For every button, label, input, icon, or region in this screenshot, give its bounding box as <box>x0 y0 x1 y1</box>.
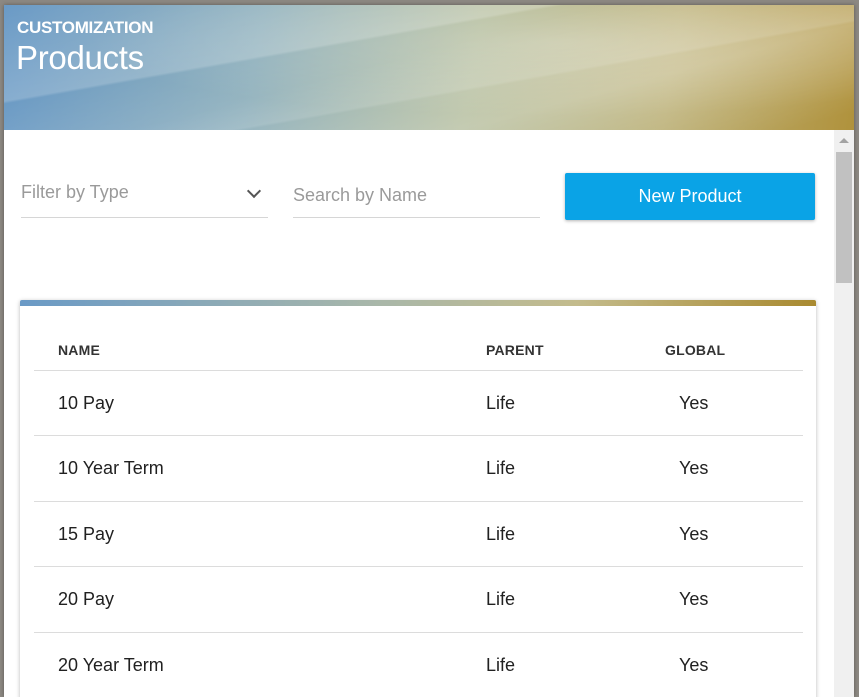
new-product-button[interactable]: New Product <box>565 173 815 220</box>
cell-name: 10 Year Term <box>58 458 164 479</box>
column-header-global[interactable]: GLOBAL <box>665 342 725 358</box>
app-window: CUSTOMIZATION Products Filter by Type Ne… <box>4 5 854 697</box>
search-by-name-input[interactable] <box>293 170 540 218</box>
products-table-card: NAME PARENT GLOBAL 10 Pay Life Yes 10 Ye… <box>20 300 816 697</box>
table-row[interactable]: 20 Year Term Life Yes <box>34 633 803 697</box>
table-row[interactable]: 15 Pay Life Yes <box>34 502 803 568</box>
filter-by-type-select[interactable]: Filter by Type <box>21 170 268 218</box>
vertical-scrollbar[interactable] <box>834 130 854 697</box>
cell-parent: Life <box>486 523 516 544</box>
table-row[interactable]: 20 Pay Life Yes <box>34 567 803 633</box>
cell-parent: Life <box>486 589 516 610</box>
cell-global: Yes <box>679 654 709 675</box>
cell-parent: Life <box>486 393 516 413</box>
header-banner: CUSTOMIZATION Products <box>4 5 854 130</box>
table-row[interactable]: 10 Year Term Life Yes <box>34 436 803 502</box>
cell-name: 10 Pay <box>58 393 115 413</box>
cell-parent: Life <box>486 654 516 675</box>
column-header-parent[interactable]: PARENT <box>486 342 544 358</box>
cell-global: Yes <box>679 589 709 610</box>
chevron-down-icon <box>246 183 262 199</box>
cell-global: Yes <box>679 523 709 544</box>
cell-global: Yes <box>679 393 709 413</box>
scroll-up-arrow-icon[interactable] <box>839 138 849 143</box>
column-header-name[interactable]: NAME <box>58 342 100 358</box>
main-content: Filter by Type New Product NAME PARENT G… <box>4 130 834 697</box>
section-eyebrow: CUSTOMIZATION <box>17 18 154 37</box>
cell-parent: Life <box>486 458 516 479</box>
filter-by-type-placeholder: Filter by Type <box>21 182 129 202</box>
scrollbar-thumb[interactable] <box>836 152 852 283</box>
cell-global: Yes <box>679 458 709 479</box>
table-row[interactable]: 10 Pay Life Yes <box>34 371 803 437</box>
cell-name: 20 Pay <box>58 589 115 610</box>
cell-name: 20 Year Term <box>58 654 164 675</box>
cell-name: 15 Pay <box>58 523 115 544</box>
page-title: Products <box>16 39 144 76</box>
table-header-row: NAME PARENT GLOBAL <box>34 306 803 371</box>
